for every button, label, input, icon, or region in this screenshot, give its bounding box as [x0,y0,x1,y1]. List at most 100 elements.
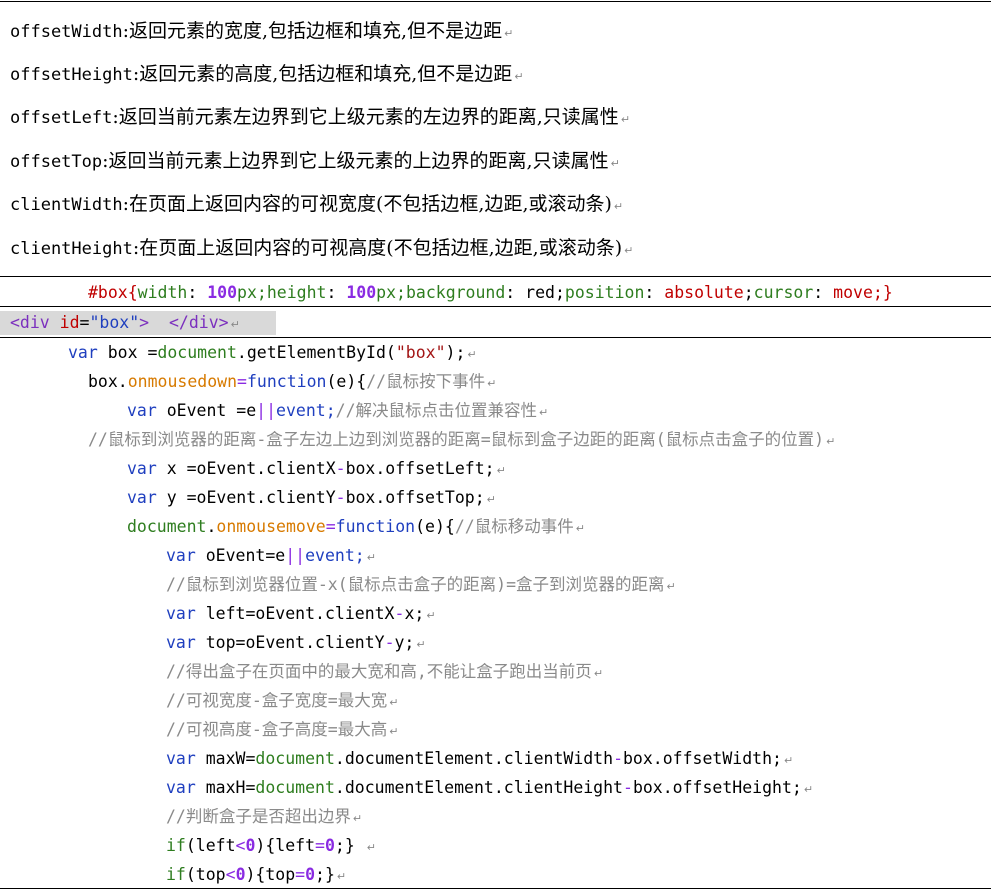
definition-offsettop: offsetTop:返回当前元素上边界到它上级元素的上边界的距离,只读属性 ↵ [10,150,985,175]
js-line-2: box.onmousedown=function(e){//鼠标按下事件 ↵ [88,370,978,396]
event-property: onmousedown [127,372,238,391]
code-text: left=oEvent.clientX [195,604,395,623]
operator: || [256,401,277,420]
css-prop: cursor [753,283,814,302]
code-text: .documentElement.clientWidth [334,749,614,768]
code-text: box.offsetWidth; [623,749,782,768]
js-line-15: var maxW=document.documentElement.client… [166,747,986,773]
paragraph-mark-icon: ↵ [487,377,497,390]
definition-desc: :返回元素的高度,包括边框和填充,但不是边距 [132,63,513,85]
code-text: ){left [255,836,316,855]
code-comment: //解决鼠标点击位置兼容性 [335,401,538,420]
js-line-11: var top=oEvent.clientY-y; ↵ [166,631,986,657]
keyword: var [127,459,157,478]
css-value: absolute [654,283,744,302]
css-number: 100 [207,283,238,302]
css-prop: width [137,283,188,302]
js-line-18: if(left<0){left=0;} ↵ [166,834,986,860]
code-text: box.offsetLeft; [345,459,495,478]
document-object: document [255,749,335,768]
keyword: var [166,604,196,623]
js-line-14: //可视高度-盒子高度=最大高 ↵ [166,718,986,744]
css-number: 100 [346,283,377,302]
operator: - [394,604,405,623]
paragraph-mark-icon: ↵ [826,435,836,448]
definition-key: offsetWidth [10,22,123,42]
paragraph-mark-icon: ↵ [389,725,399,738]
code-text: top=oEvent.clientY [195,633,385,652]
keyword: var [166,546,196,565]
js-line-8: var oEvent=e||event; ↵ [166,544,986,570]
operator: = [315,836,325,855]
definition-desc: :返回当前元素左边界到它上级元素的左边界的距离,只读属性 [112,106,619,128]
html-div-line: <div id="box"> </div> ↵ [10,311,310,337]
keyword: if [166,865,186,884]
code-comment: //鼠标按下事件 [366,372,486,391]
code-comment: //鼠标移动事件 [454,517,574,536]
operator: - [384,633,395,652]
js-line-1: var box =document.getElementById("box");… [68,341,968,367]
document-object: document [255,778,335,797]
rule-after-css [0,306,991,307]
code-text: maxW= [195,749,256,768]
operator: || [285,546,306,565]
paragraph-mark-icon: ↵ [783,754,794,767]
code-text: y; [394,633,415,652]
code-text: (left [185,836,236,855]
html-tag-close: > </div> [139,313,229,332]
html-tag-open: <div [10,313,60,332]
code-text: maxH= [195,778,256,797]
definition-desc: :返回当前元素上边界到它上级元素的上边界的距离,只读属性 [102,150,609,172]
code-text: event; [305,546,365,565]
paragraph-mark-icon: ↵ [593,667,604,680]
code-text: x; [404,604,425,623]
operator: = [295,865,306,884]
event-property: onmousemove [216,517,326,536]
keyword: function [335,517,416,536]
number-literal: 0 [235,865,246,884]
html-attr: id [59,313,80,332]
js-line-7: document.onmousemove=function(e){//鼠标移动事… [127,515,987,541]
definition-clientwidth: clientWidth:在页面上返回内容的可视宽度(不包括边框,边距,或滚动条)… [10,193,985,218]
bottom-rule [0,888,991,889]
code-text: .getElementById( [236,343,396,362]
css-value: move [823,283,873,302]
paragraph-mark-icon: ↵ [366,551,376,564]
code-text: ); [445,343,466,362]
operator: = [237,372,247,391]
code-text: oEvent=e [195,546,286,565]
paragraph-mark-icon: ↵ [486,493,496,506]
paragraph-mark-icon: ↵ [803,783,814,796]
keyword: function [246,372,327,391]
number-literal: 0 [245,836,256,855]
paragraph-mark-icon: ↵ [620,113,631,126]
js-line-9: //鼠标到浏览器位置-x(鼠标点击盒子的距离)=盒子到浏览器的距离 ↵ [166,573,986,599]
css-selector: #box{ [88,283,138,302]
definition-desc: :在页面上返回内容的可视高度(不包括边框,边距,或滚动条) [132,237,623,259]
paragraph-mark-icon: ↵ [610,157,620,170]
html-eq: = [79,313,90,332]
document-object: document [127,517,207,536]
number-literal: 0 [324,836,335,855]
keyword: var [166,778,196,797]
js-line-16: var maxH=document.documentElement.client… [166,776,986,802]
code-text: y =oEvent.clientY [156,488,336,507]
keyword: var [166,749,196,768]
rule-after-html [0,337,991,338]
keyword: var [166,633,196,652]
css-rule-line: #box{width: 100px;height: 100px;backgrou… [88,283,893,302]
code-comment: //可视宽度-盒子宽度=最大宽 [166,691,388,710]
paragraph-mark-icon: ↵ [230,318,240,331]
code-text: ){top [245,865,296,884]
rule-after-definitions [0,276,991,277]
keyword: if [166,836,186,855]
operator: = [325,517,336,536]
code-text: (e){ [326,372,367,391]
keyword: var [68,343,98,362]
css-unit: px; [237,283,267,302]
js-line-17: //判断盒子是否超出边界 ↵ [166,805,986,831]
code-text: box = [97,343,158,362]
js-line-6: var y =oEvent.clientY-box.offsetTop; ↵ [127,486,987,512]
css-prop: background [405,283,506,302]
definition-offsetwidth: offsetWidth:返回元素的宽度,包括边框和填充,但不是边距 ↵ [10,20,985,45]
